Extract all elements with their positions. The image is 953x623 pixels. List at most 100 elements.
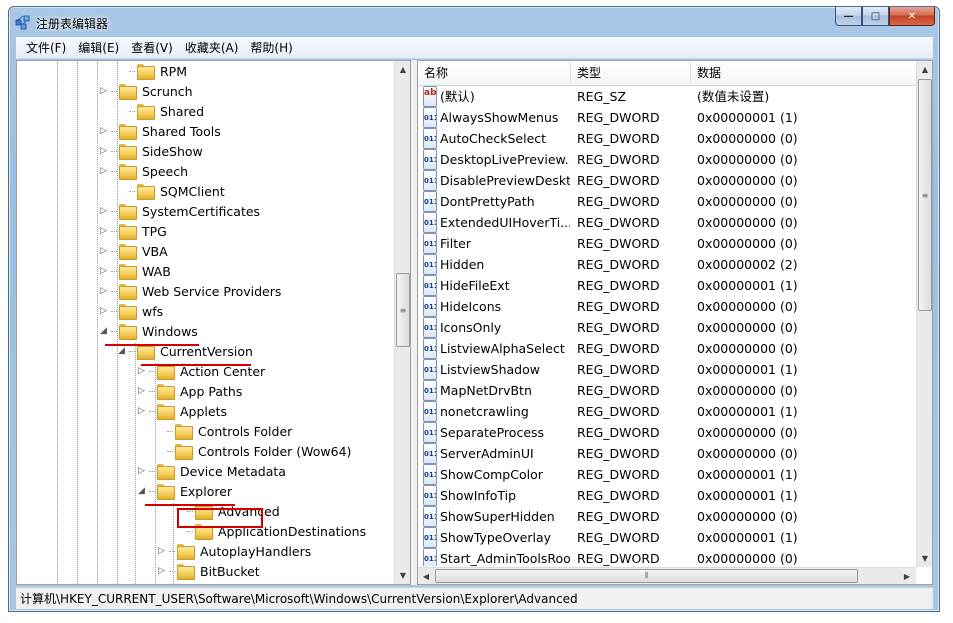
tree-item[interactable]: ▷ Applets [137, 401, 229, 421]
value-row[interactable]: 011110ShowInfoTip REG_DWORD 0x00000001 (1) [418, 485, 916, 506]
tree-item[interactable]: ◢ Explorer [137, 481, 234, 501]
tree-connector [111, 210, 117, 212]
scroll-up-arrow-icon[interactable]: ▲ [395, 61, 410, 78]
tree-item[interactable]: ◢ Windows [99, 321, 200, 341]
values-list-pane[interactable]: 名称 类型 数据 ab(默认)REG_SZ(数值未设置)011110Always… [417, 60, 933, 585]
expand-arrow-icon[interactable]: ▷ [99, 226, 108, 236]
value-row[interactable]: 011110ExtendedUIHoverTi... REG_DWORD 0x000… [418, 212, 916, 233]
tree-item[interactable]: ▷ App Paths [137, 381, 244, 401]
value-row[interactable]: 011110Hidden REG_DWORD 0x00000002 (2) [418, 254, 916, 275]
expand-arrow-icon[interactable]: ▷ [99, 246, 108, 256]
tree-item[interactable]: ▷ VBA [99, 241, 170, 261]
expand-arrow-icon[interactable]: ▷ [137, 386, 146, 396]
expand-arrow-icon [117, 67, 126, 76]
column-header-name[interactable]: 名称 [418, 61, 571, 85]
tree-item[interactable]: Controls Folder [155, 421, 294, 441]
tree-item[interactable]: ▷ AutoplayHandlers [157, 541, 313, 561]
value-type: REG_DWORD [577, 299, 660, 314]
tree-item[interactable]: ▷ Web Service Providers [99, 281, 283, 301]
tree-item[interactable]: ▷ Scrunch [99, 81, 195, 101]
value-row[interactable]: 011110ShowCompColor REG_DWORD 0x00000001 (… [418, 464, 916, 485]
folder-icon [175, 424, 193, 440]
tree-item[interactable]: ▷ WAB [99, 261, 173, 281]
collapse-arrow-icon[interactable]: ◢ [137, 486, 146, 496]
folder-icon [157, 484, 175, 500]
value-row[interactable]: 011110IconsOnly REG_DWORD 0x00000000 (0) [418, 317, 916, 338]
maximize-button[interactable]: □ [862, 7, 889, 26]
collapse-arrow-icon[interactable]: ◢ [117, 346, 126, 356]
minimize-button[interactable]: — [835, 7, 862, 26]
key-tree-pane[interactable]: RPM ▷ Scrunch Shared ▷ Shared Tools ▷ SideShow ▷… [16, 60, 411, 585]
list-vertical-scrollbar[interactable]: ▲ ≡ ▼ [916, 61, 932, 567]
value-row[interactable]: 011110HideIcons REG_DWORD 0x00000000 (0) [418, 296, 916, 317]
value-name: ShowInfoTip [440, 488, 517, 503]
value-row[interactable]: 011110nonetcrawling REG_DWORD 0x00000001 (… [418, 401, 916, 422]
title-bar[interactable]: 注册表编辑器 — □ ✕ [9, 7, 939, 37]
value-type: REG_DWORD [577, 362, 660, 377]
value-row[interactable]: 011110DontPrettyPath REG_DWORD 0x00000000 … [418, 191, 916, 212]
expand-arrow-icon[interactable]: ▷ [99, 166, 108, 176]
value-row[interactable]: 011110ListviewAlphaSelect REG_DWORD 0x0000… [418, 338, 916, 359]
tree-item[interactable]: SQMClient [117, 181, 227, 201]
close-button[interactable]: ✕ [889, 7, 935, 26]
expand-arrow-icon[interactable]: ▷ [137, 406, 146, 416]
value-row[interactable]: 011110Filter REG_DWORD 0x00000000 (0) [418, 233, 916, 254]
expand-arrow-icon[interactable]: ▷ [157, 566, 166, 576]
scroll-left-arrow-icon[interactable]: ◀ [418, 568, 434, 584]
tree-item[interactable]: RPM [117, 61, 189, 81]
value-row[interactable]: 011110ShowSuperHidden REG_DWORD 0x00000000… [418, 506, 916, 527]
tree-vertical-scrollbar[interactable]: ▲ ≡ ▼ [394, 61, 410, 584]
tree-item[interactable]: ▷ SystemCertificates [99, 201, 262, 221]
expand-arrow-icon[interactable]: ▷ [137, 366, 146, 376]
expand-arrow-icon[interactable]: ▷ [99, 86, 108, 96]
expand-arrow-icon[interactable]: ▷ [99, 306, 108, 316]
value-row[interactable]: 011110AlwaysShowMenus REG_DWORD 0x00000001… [418, 107, 916, 128]
expand-arrow-icon[interactable]: ▷ [137, 466, 146, 476]
value-name: HideFileExt [440, 278, 510, 293]
value-row[interactable]: ab (默认) REG_SZ (数值未设置) [418, 86, 916, 107]
expand-arrow-icon[interactable]: ▷ [99, 206, 108, 216]
menu-help[interactable]: 帮助(H) [244, 38, 298, 58]
tree-item[interactable]: ▷ wfs [99, 301, 165, 321]
tree-item[interactable]: Shared [117, 101, 206, 121]
tree-item[interactable]: ▷ SideShow [99, 141, 205, 161]
value-row[interactable]: 011110ListviewShadow REG_DWORD 0x00000001 … [418, 359, 916, 380]
column-header-type[interactable]: 类型 [571, 61, 691, 85]
expand-arrow-icon[interactable]: ▷ [157, 546, 166, 556]
expand-arrow-icon[interactable]: ▷ [99, 266, 108, 276]
value-row[interactable]: 011110SeparateProcess REG_DWORD 0x00000000… [418, 422, 916, 443]
scroll-thumb[interactable]: ⦀ [435, 569, 858, 583]
value-row[interactable]: 011110ShowTypeOverlay REG_DWORD 0x00000001… [418, 527, 916, 548]
scroll-down-arrow-icon[interactable]: ▼ [395, 567, 410, 584]
value-type: REG_DWORD [577, 551, 660, 566]
value-row[interactable]: 011110DisablePreviewDeskt... REG_DWORD 0x0… [418, 170, 916, 191]
value-row[interactable]: 011110MapNetDrvBtn REG_DWORD 0x00000000 (0… [418, 380, 916, 401]
tree-item-label: VBA [142, 243, 168, 259]
expand-arrow-icon[interactable]: ▷ [99, 126, 108, 136]
menu-favorites[interactable]: 收藏夹(A) [179, 38, 245, 58]
collapse-arrow-icon[interactable]: ◢ [99, 326, 108, 336]
expand-arrow-icon[interactable]: ▷ [99, 286, 108, 296]
tree-item[interactable]: ▷ TPG [99, 221, 169, 241]
menu-file[interactable]: 文件(F) [20, 38, 72, 58]
tree-item[interactable]: ▷ Device Metadata [137, 461, 288, 481]
menu-edit[interactable]: 编辑(E) [72, 38, 125, 58]
value-row[interactable]: 011110HideFileExt REG_DWORD 0x00000001 (1) [418, 275, 916, 296]
value-row[interactable]: 011110ServerAdminUI REG_DWORD 0x00000000 (… [418, 443, 916, 464]
tree-item[interactable]: ▷ BitBucket [157, 561, 262, 581]
value-row[interactable]: 011110Start_AdminToolsRoot REG_DWORD 0x000… [418, 548, 916, 566]
value-row[interactable]: 011110DesktopLivePreview... REG_DWORD 0x00… [418, 149, 916, 170]
menu-view[interactable]: 查看(V) [125, 38, 179, 58]
expand-arrow-icon[interactable]: ▷ [99, 146, 108, 156]
scroll-thumb[interactable]: ≡ [396, 273, 410, 347]
scroll-right-arrow-icon[interactable]: ▶ [899, 568, 915, 584]
value-row[interactable]: 011110AutoCheckSelect REG_DWORD 0x00000000… [418, 128, 916, 149]
tree-item[interactable]: Controls Folder (Wow64) [155, 441, 353, 461]
tree-item[interactable]: ▷ Speech [99, 161, 190, 181]
list-horizontal-scrollbar[interactable]: ◀ ⦀ ▶ [418, 567, 916, 584]
tree-item[interactable]: ▷ Shared Tools [99, 121, 223, 141]
scroll-thumb[interactable]: ≡ [918, 79, 932, 311]
column-header-data[interactable]: 数据 [691, 61, 916, 85]
scroll-down-arrow-icon[interactable]: ▼ [917, 550, 932, 567]
scroll-up-arrow-icon[interactable]: ▲ [917, 61, 932, 78]
